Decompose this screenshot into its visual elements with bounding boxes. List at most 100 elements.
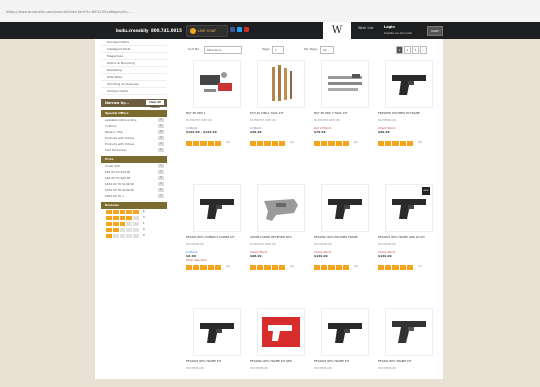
star-icon [335, 141, 342, 146]
sale-price: Other Sale Price [186, 259, 207, 262]
page-button[interactable]: 2 [404, 46, 411, 54]
product-name[interactable]: FINISHED POLYMER 80 FRAME [378, 112, 438, 119]
product-image[interactable] [321, 60, 369, 108]
product-card[interactable]: PF940C 80% COMPACT LOWER KIT POLYMER80 IN… [186, 184, 246, 271]
create-account-link[interactable]: Create an Account [384, 31, 412, 35]
star-icon [250, 141, 257, 146]
page-button[interactable]: › [420, 46, 427, 54]
facebook-icon[interactable] [230, 27, 235, 32]
clear-filters-button[interactable]: Clear All Filters [146, 100, 164, 109]
filter-count: 1 [143, 222, 145, 225]
star-icon [119, 234, 126, 238]
product-image[interactable]: NEW [385, 184, 433, 232]
product-card[interactable]: PF940V2 80% FRAME KIT POLYMER80 INC. [186, 308, 246, 387]
star-icon [278, 141, 286, 146]
product-brand: POLYMER80 INC. [314, 367, 333, 370]
product-photo-icon [200, 199, 234, 219]
product-card[interactable]: PF940V2 80% FRAME KIT POLYMER80 INC. [314, 308, 374, 387]
product-image[interactable] [385, 308, 433, 356]
product-card[interactable]: PF940SC 80% FRAME KIT RED POLYMER80 INC. [250, 308, 310, 387]
product-name[interactable]: PF940V2 80% FRAME KIT [314, 360, 374, 367]
product-name[interactable]: PF940SC 80% FRAME KIT RED [250, 360, 310, 367]
star-icon [186, 265, 193, 270]
product-card[interactable]: PF940C 80% FRAME KIT POLYMER80 INC. [378, 308, 438, 387]
sidebar-category-item[interactable]: Reloading [101, 67, 167, 74]
star-icon [342, 141, 350, 146]
product-card[interactable]: BUY 80 PRO 1 80 PERCENT ARMS INC. In Stock… [186, 60, 246, 147]
login-link[interactable]: Login [384, 25, 395, 29]
product-card[interactable]: AR308 LOWER RECEIVER 80% 80 PERCENT ARMS … [250, 184, 310, 271]
product-name[interactable]: BUY 80 PRO 3 TOOL KIT [314, 112, 374, 119]
product-image[interactable] [257, 60, 305, 108]
star-icon [106, 216, 112, 220]
sale-price [378, 383, 438, 387]
product-brand: POLYMER80 INC. [186, 243, 205, 246]
sidebar-category-item[interactable]: Shooting Accessories [101, 81, 167, 88]
sidebar-category-item[interactable]: Handgun Parts [101, 39, 167, 46]
product-name[interactable]: AR308 LOWER RECEIVER 80% [250, 236, 310, 243]
product-card[interactable]: BUY 80 PRO 3 TOOL KIT 80 PERCENT ARMS INC… [314, 60, 374, 147]
sale-price [250, 259, 310, 263]
product-image[interactable] [193, 184, 241, 232]
sidebar-category-item[interactable]: Magazines [101, 53, 167, 60]
per-page-select[interactable]: 24 [320, 46, 334, 54]
star-icon [264, 265, 271, 270]
sidebar-category-item[interactable]: Optics & Mounting [101, 60, 167, 67]
filter-count: 6 [143, 210, 145, 213]
star-icon [214, 265, 222, 270]
product-card[interactable]: FINISHED POLYMER 80 FRAME POLYMER80 INC. C… [378, 60, 438, 147]
page-button[interactable]: 1 [396, 46, 403, 54]
product-card[interactable]: PF940SC 80% POLYMER FRAME POLYMER80 INC. C… [314, 184, 374, 271]
product-photo-icon [200, 72, 232, 92]
page-select[interactable]: 1 [272, 46, 284, 54]
product-image[interactable] [193, 60, 241, 108]
sidebar-category-item[interactable]: Intelligent Parts [101, 46, 167, 53]
product-name[interactable]: PF940C 80% COMPACT LOWER KIT [186, 236, 246, 243]
product-image[interactable] [257, 184, 305, 232]
star-icon [106, 210, 112, 214]
star-icon [328, 141, 335, 146]
review-filter-option[interactable]: 0 [101, 233, 167, 239]
site-brand[interactable]: bsdu.crossbily [116, 28, 149, 33]
product-image[interactable] [257, 308, 305, 356]
product-name[interactable]: BUY 80 PRO 1 [186, 112, 246, 119]
product-image[interactable] [193, 308, 241, 356]
product-photo-icon [262, 317, 300, 347]
filter-label: Products with Videos [105, 142, 135, 146]
product-rating: (7) [378, 265, 438, 271]
star-icon [126, 216, 133, 220]
star-icon [406, 265, 414, 270]
filter-option[interactable]: $200.00 TO + 1 [101, 193, 167, 199]
twitter-icon[interactable] [237, 27, 242, 32]
product-name[interactable]: PF940V2 80% FRAME KIT [186, 360, 246, 367]
new-badge-icon: NEW [422, 187, 430, 195]
product-card[interactable]: EVO JIG DRILL TOOL KIT 80 PERCENT ARMS IN… [250, 60, 310, 147]
star-icon [264, 141, 271, 146]
cart-button[interactable]: CART [427, 26, 443, 36]
product-image[interactable] [321, 308, 369, 356]
url-field[interactable]: https://www.brownells.com/search/index.h… [6, 10, 306, 16]
product-name[interactable]: PF940C 80% FRAME KIT [378, 360, 438, 367]
rating-stars [106, 216, 140, 220]
live-chat-button[interactable]: LIVE CHAT [186, 25, 228, 37]
product-brand: POLYMER80 INC. [186, 367, 205, 370]
sidebar-category-item[interactable]: Rifle Parts [101, 74, 167, 81]
sort-label: Sort By: [188, 47, 200, 51]
youtube-icon[interactable] [244, 27, 249, 32]
page-button[interactable]: 3 [412, 46, 419, 54]
filter-option[interactable]: Sold Exclusives 1 [101, 147, 167, 153]
filter-count: 1 [158, 148, 164, 152]
product-image[interactable] [385, 60, 433, 108]
sidebar-category-item[interactable]: Shotgun Parts [101, 88, 167, 95]
ad-logo-icon[interactable]: W [323, 22, 351, 39]
product-name[interactable]: PF940SC 80% POLYMER FRAME [314, 236, 374, 243]
product-name[interactable]: EVO JIG DRILL TOOL KIT [250, 112, 310, 119]
product-card[interactable]: NEW PF940V2 80% FRAME AND JIG KIT POLYMER8… [378, 184, 438, 271]
rating-stars [314, 265, 350, 270]
review-count: (7) [418, 265, 422, 268]
product-brand: 80 PERCENT ARMS INC. [250, 243, 277, 246]
sort-select[interactable]: Relevance [204, 46, 242, 54]
product-name[interactable]: PF940V2 80% FRAME AND JIG KIT [378, 236, 438, 243]
product-image[interactable] [321, 184, 369, 232]
wish-list-link[interactable]: Wish List [358, 26, 374, 30]
